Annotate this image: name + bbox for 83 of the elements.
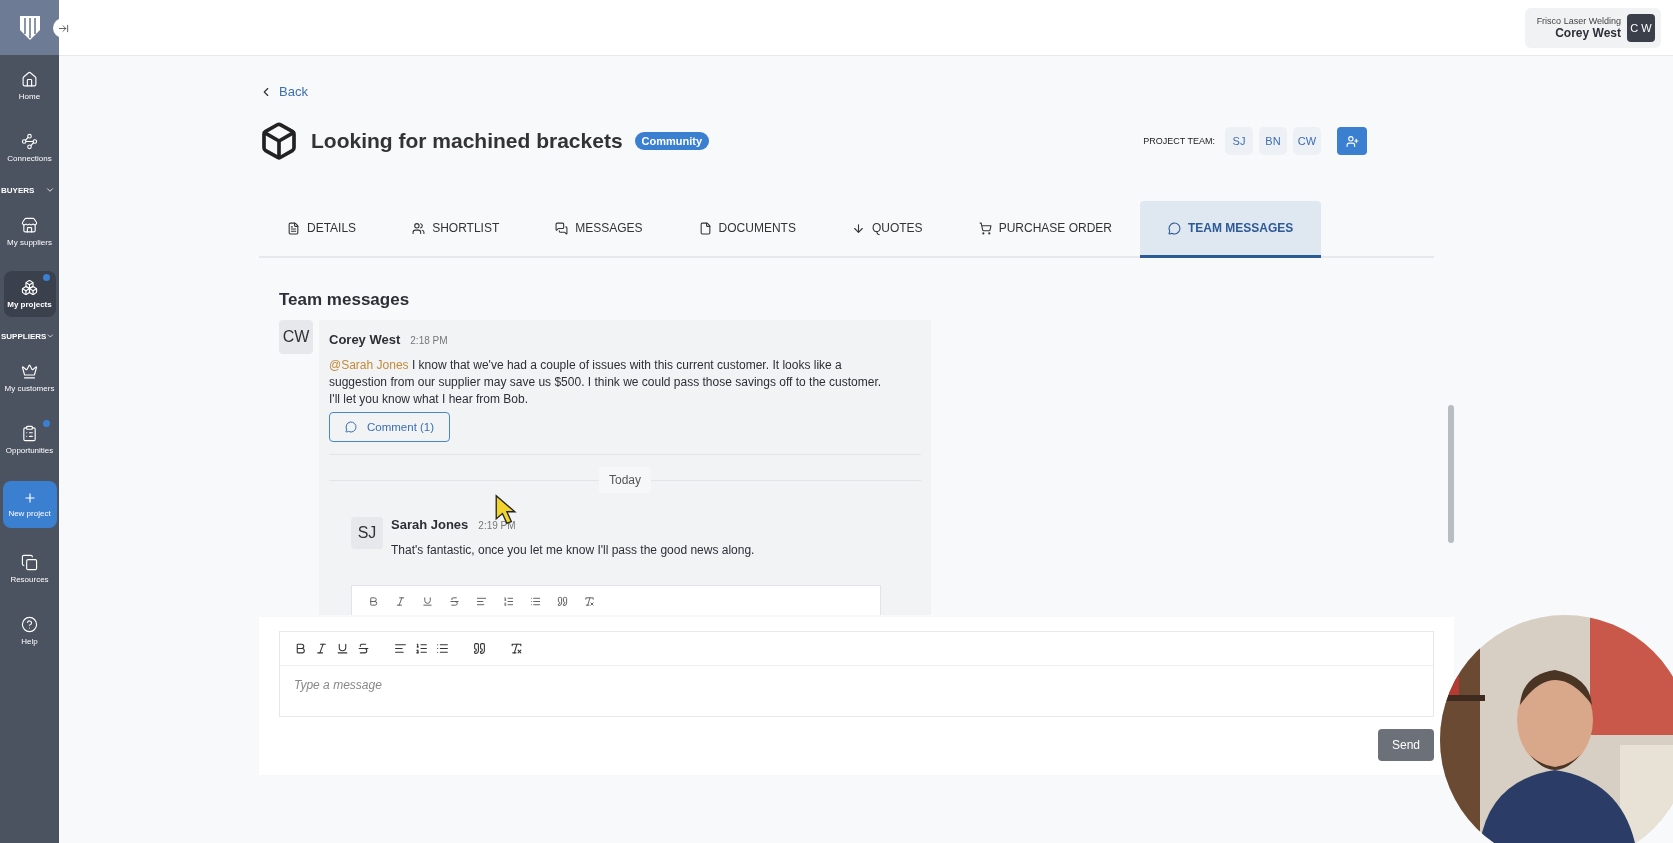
chat-icon [555, 221, 569, 235]
tab[interactable]: PURCHASE ORDER [950, 201, 1140, 258]
boxes-icon [21, 279, 38, 296]
scrollbar[interactable] [1448, 405, 1454, 543]
help-icon [21, 616, 38, 633]
message-editor[interactable]: Type a message [279, 631, 1434, 717]
message-time: 2:18 PM [410, 335, 448, 346]
format-icon[interactable] [357, 642, 370, 655]
tab[interactable]: QUOTES [823, 201, 951, 258]
back-link[interactable]: Back [259, 84, 308, 99]
format-icon[interactable] [315, 642, 328, 655]
section-heading: Team messages [279, 290, 411, 310]
author-avatar: CW [279, 320, 313, 354]
file-icon [698, 221, 712, 235]
cube-icon [259, 121, 299, 161]
format-icon[interactable] [436, 642, 449, 655]
bullet-list-icon[interactable] [530, 595, 541, 607]
team-member-avatar[interactable]: BN [1259, 127, 1287, 155]
clipboard-icon [21, 425, 38, 442]
numbered-list-icon[interactable] [503, 595, 514, 607]
message-text: That's fantastic, once you let me know I'll pass the good news along. [391, 542, 755, 559]
chat-bubble-icon [1168, 221, 1181, 235]
sidebar-item[interactable]: My customers [3, 355, 56, 401]
clear-format-icon[interactable] [584, 595, 595, 607]
logo-icon [17, 13, 42, 42]
cart-icon [978, 221, 992, 235]
project-title: Looking for machined brackets [311, 129, 623, 153]
bold-icon[interactable] [368, 595, 379, 607]
format-icon[interactable] [510, 642, 523, 655]
tab[interactable]: SHORTLIST [384, 201, 528, 258]
format-icon[interactable] [394, 642, 407, 655]
format-icon[interactable] [473, 642, 486, 655]
network-icon [21, 133, 38, 150]
user-avatar: C W [1627, 13, 1655, 42]
tab[interactable]: DOCUMENTS [670, 201, 824, 258]
comment-icon [345, 421, 357, 433]
sidebar-item[interactable]: My projects [3, 271, 56, 317]
sidebar-item[interactable]: My suppliers [3, 209, 56, 255]
store-icon [21, 217, 38, 234]
copy-icon [21, 554, 38, 571]
crown-icon [21, 363, 38, 380]
format-icon[interactable] [415, 642, 428, 655]
sidebar-item[interactable]: Home [3, 63, 56, 109]
new-project-button[interactable]: New project [2, 481, 57, 528]
author-avatar: SJ [351, 517, 383, 549]
strikethrough-icon[interactable] [449, 595, 460, 607]
add-member-button[interactable] [1337, 127, 1367, 155]
tab[interactable]: DETAILS [259, 201, 385, 258]
chevron-icon[interactable] [45, 185, 55, 195]
chevron-icon[interactable] [46, 331, 55, 341]
message-time: 2:19 PM [478, 520, 516, 531]
align-icon[interactable] [476, 595, 487, 607]
tab[interactable]: TEAM MESSAGES [1140, 201, 1322, 258]
collapse-icon [57, 22, 69, 34]
plus-icon [22, 491, 37, 505]
author-name: Corey West [329, 332, 401, 347]
sidebar-item[interactable]: Opportunities [3, 417, 56, 463]
message-text: @Sarah Jones I know that we've had a couple of issues with this current customer. It looks like a suggestion from our supplier may save us $500. I think we could pass those savings off to the customer. I'll let you know what I hear from Bob. [329, 357, 883, 408]
italic-icon[interactable] [395, 595, 406, 607]
tab[interactable]: MESSAGES [527, 201, 671, 258]
document-icon [287, 221, 300, 235]
arrow-down-icon [851, 221, 865, 235]
author-name: Sarah Jones [391, 517, 469, 532]
section-label: BUYERS [1, 185, 35, 195]
underline-icon[interactable] [422, 595, 433, 607]
sidebar-item[interactable]: Resources [3, 546, 56, 592]
format-icon[interactable] [336, 642, 349, 655]
home-icon [21, 71, 38, 88]
user-name: Corey West [1555, 25, 1621, 40]
quote-icon[interactable] [557, 595, 568, 607]
team-label: PROJECT TEAM: [1143, 136, 1215, 146]
users-icon [412, 221, 426, 235]
section-label: SUPPLIERS [1, 331, 47, 341]
community-tag: Community [634, 132, 710, 150]
send-button[interactable]: Send [1377, 729, 1434, 761]
format-icon[interactable] [294, 642, 307, 655]
sidebar-item[interactable]: Help [3, 608, 56, 654]
team-member-avatar[interactable]: SJ [1225, 127, 1253, 155]
sidebar-item[interactable]: Connections [3, 125, 56, 171]
comment-button[interactable]: Comment (1) [329, 412, 451, 442]
company-name: Frisco Laser Welding [1536, 15, 1621, 26]
team-member-avatar[interactable]: CW [1293, 127, 1321, 155]
add-user-icon [1345, 134, 1359, 148]
